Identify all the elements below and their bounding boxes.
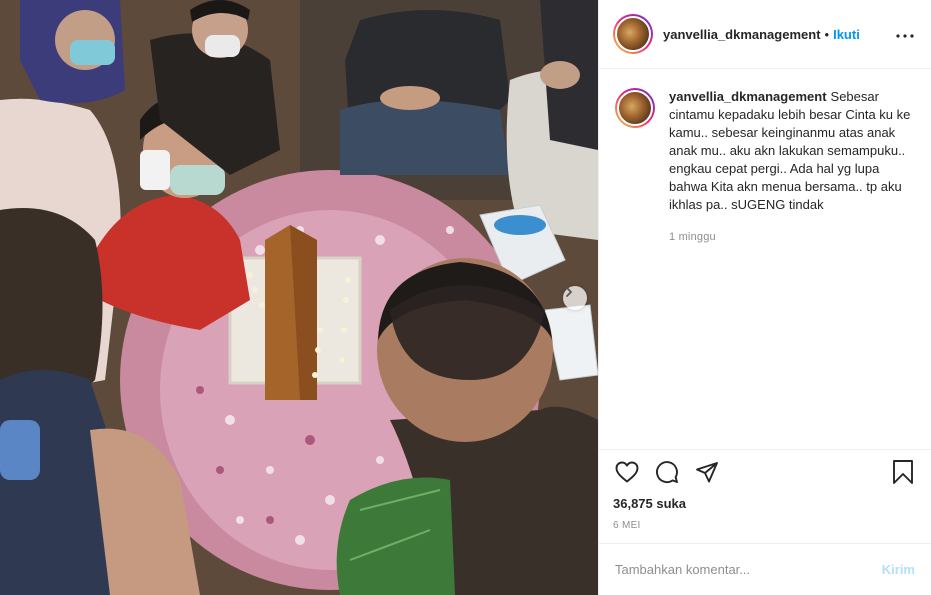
likes-count[interactable]: 36,875 suka — [613, 496, 917, 511]
header-separator: • — [824, 26, 830, 42]
caption-avatar[interactable] — [615, 88, 655, 128]
post-comment-button[interactable]: Kirim — [882, 562, 915, 577]
save-button[interactable] — [889, 459, 917, 490]
photo-illustration — [0, 0, 598, 595]
share-icon — [695, 461, 719, 488]
comment-input[interactable] — [615, 562, 882, 577]
share-button[interactable] — [693, 460, 721, 488]
avatar[interactable] — [613, 14, 653, 54]
caption-body: yanvellia_dkmanagement Sebesar cintamu ke… — [669, 88, 915, 246]
caption-time[interactable]: 1 minggu — [669, 228, 915, 246]
avatar-image — [615, 16, 651, 52]
caption-avatar-image — [617, 90, 653, 126]
more-options-button[interactable] — [893, 22, 917, 46]
header-username[interactable]: yanvellia_dkmanagement — [663, 27, 821, 42]
post-photo[interactable] — [0, 0, 598, 595]
post-detail-panel: yanvellia_dkmanagement • Ikuti yanvellia… — [598, 0, 931, 595]
like-button[interactable] — [613, 460, 641, 488]
action-icons-row — [613, 459, 917, 490]
comment-form: Kirim — [599, 543, 931, 595]
more-horizontal-icon — [896, 25, 914, 43]
carousel-next-button[interactable] — [563, 286, 587, 310]
post-date[interactable]: 6 MEI — [613, 520, 917, 531]
heart-icon — [615, 461, 639, 488]
caption-comment: yanvellia_dkmanagement Sebesar cintamu ke… — [615, 88, 915, 246]
caption-username[interactable]: yanvellia_dkmanagement — [669, 89, 827, 104]
comment-button[interactable] — [653, 460, 681, 488]
post-actions: 36,875 suka 6 MEI — [599, 449, 931, 543]
comments-section[interactable]: yanvellia_dkmanagement Sebesar cintamu ke… — [599, 70, 931, 450]
bookmark-icon — [892, 459, 914, 490]
post-header: yanvellia_dkmanagement • Ikuti — [599, 0, 931, 69]
follow-button[interactable]: Ikuti — [833, 27, 860, 42]
comment-icon — [655, 460, 679, 489]
caption-text: Sebesar cintamu kepadaku lebih besar Cin… — [669, 89, 911, 212]
